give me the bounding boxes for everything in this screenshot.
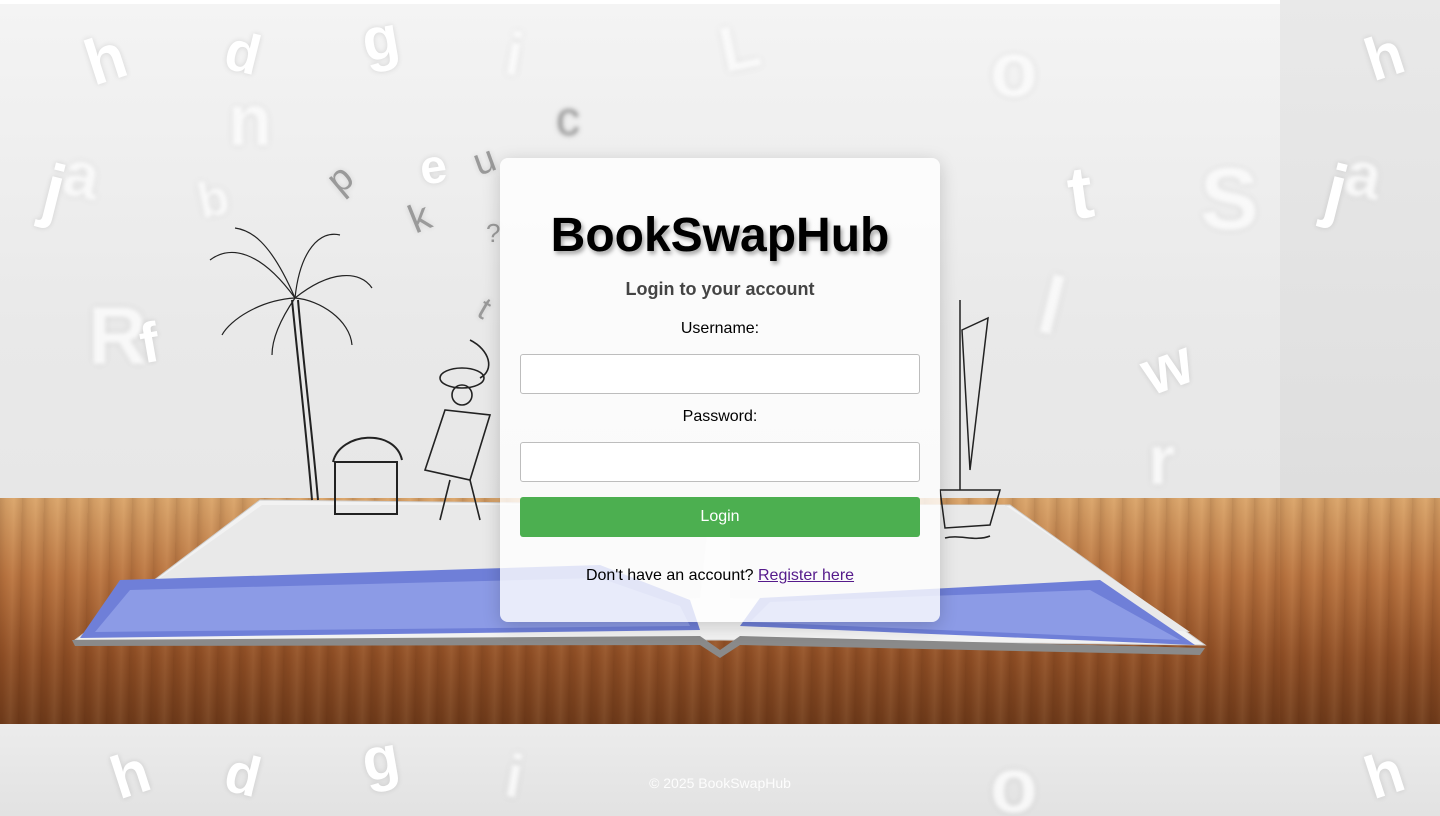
login-subtitle: Login to your account xyxy=(625,279,815,299)
register-link[interactable]: Register here xyxy=(758,567,854,584)
login-card: BookSwapHub Login to your account Userna… xyxy=(500,158,940,622)
password-input[interactable] xyxy=(520,442,920,482)
username-label: Username: xyxy=(680,320,760,337)
floating-letter: r xyxy=(1148,421,1176,499)
app-title: BookSwapHub xyxy=(550,209,890,262)
floating-letter: o xyxy=(990,25,1038,113)
password-label: Password: xyxy=(682,408,758,425)
floating-letter: S xyxy=(1200,149,1259,248)
register-prompt-text: Don't have an account? xyxy=(585,567,758,584)
username-input[interactable] xyxy=(520,354,920,394)
register-prompt-line: Don't have an account? Register here xyxy=(500,567,940,585)
floating-letter: n xyxy=(228,81,272,161)
footer-copyright: © 2025 BookSwapHub xyxy=(649,775,791,791)
floating-letter: ? xyxy=(486,218,501,248)
login-button[interactable]: Login xyxy=(520,497,920,537)
floating-letter: c xyxy=(556,93,580,146)
